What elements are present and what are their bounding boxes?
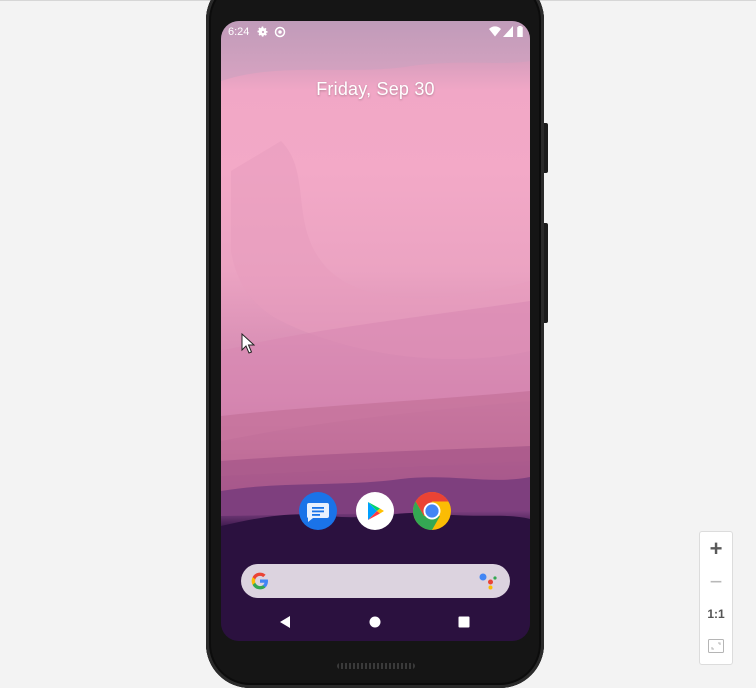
messages-app-icon[interactable] (299, 492, 337, 530)
play-store-app-icon[interactable] (356, 492, 394, 530)
google-assistant-icon[interactable] (478, 572, 498, 590)
google-search-bar[interactable] (241, 564, 510, 598)
home-icon[interactable] (369, 616, 381, 628)
cellular-signal-icon (503, 26, 513, 37)
battery-icon (517, 26, 523, 37)
chrome-app-icon[interactable] (413, 492, 451, 530)
bottom-speaker (337, 663, 415, 669)
zoom-in-button[interactable]: + (700, 533, 732, 565)
fit-screen-icon (708, 639, 724, 653)
navigation-bar (221, 609, 530, 635)
messages-icon (306, 503, 329, 522)
wallpaper (221, 21, 530, 641)
zoom-controls: + − 1:1 (699, 531, 733, 665)
wifi-icon (489, 26, 501, 37)
back-icon[interactable] (279, 616, 291, 628)
google-g-icon (251, 572, 268, 590)
sync-icon (274, 26, 286, 38)
chrome-icon (413, 492, 451, 530)
phone-screen[interactable]: 6:24 Friday, Sep 30 (221, 21, 530, 641)
date-widget[interactable]: Friday, Sep 30 (221, 79, 530, 100)
fit-screen-button[interactable] (700, 630, 732, 662)
actual-size-button[interactable]: 1:1 (700, 598, 732, 630)
zoom-out-button[interactable]: − (700, 566, 732, 598)
mouse-cursor-icon (241, 333, 255, 354)
recents-icon[interactable] (458, 616, 470, 628)
settings-icon (257, 26, 268, 37)
status-bar: 6:24 (221, 21, 530, 43)
play-store-icon (368, 502, 384, 520)
status-time: 6:24 (228, 26, 250, 38)
